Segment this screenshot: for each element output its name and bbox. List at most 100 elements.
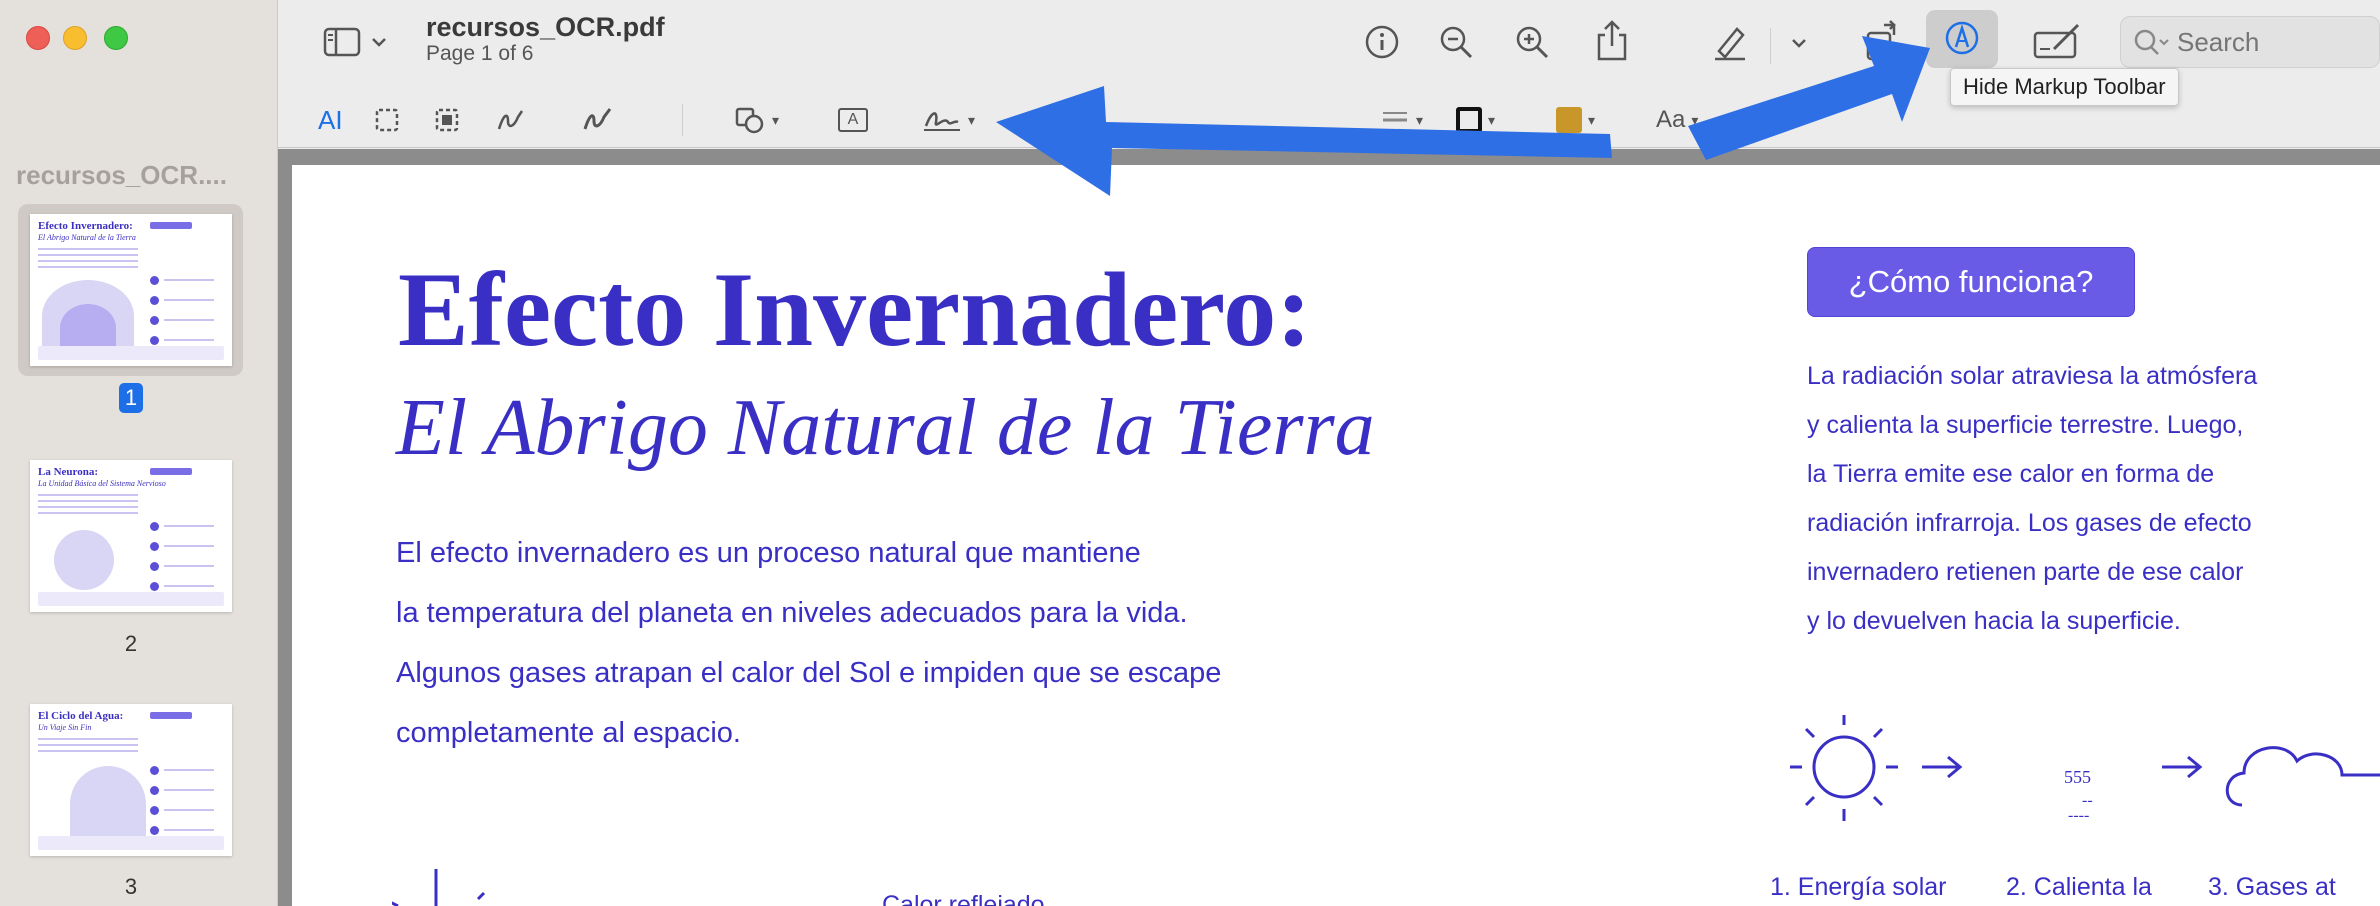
paragraph-line: invernadero retienen parte de ese calor (1807, 558, 2244, 586)
thumbnail-neuron-art (54, 530, 114, 590)
sidebar: recursos_OCR.... Efecto Invernadero: El … (0, 0, 278, 906)
highlight-button[interactable] (1708, 20, 1752, 64)
shapes-icon (735, 107, 764, 134)
page-subtitle: El Abrigo Natural de la Tierra (396, 384, 1375, 472)
text-style-tool[interactable]: Aa ▾ (1656, 92, 1698, 148)
close-window-button[interactable] (26, 26, 50, 50)
sketch-tool[interactable] (496, 92, 526, 148)
thumbnail-footer (38, 592, 224, 606)
search-input[interactable] (2177, 25, 2377, 59)
zoom-out-icon (1440, 26, 1473, 59)
chevron-down-icon: ▾ (772, 111, 780, 128)
paragraph-line: y lo devuelven hacia la superficie. (1807, 607, 2181, 635)
selection-fill-icon (435, 108, 459, 132)
zoom-window-button[interactable] (104, 26, 128, 50)
text-selection-tool[interactable]: AI (318, 92, 343, 148)
search-field[interactable] (2120, 16, 2380, 68)
thumbnail-mountain-art (70, 766, 146, 842)
rotate-icon (1866, 20, 1896, 61)
markup-toolbar-toggle-button[interactable] (1926, 10, 1998, 68)
shape-style-tool[interactable]: ▾ (1380, 92, 1423, 148)
info-icon (1365, 25, 1399, 59)
paragraph-line: La radiación solar atraviesa la atmósfer… (1807, 362, 2258, 390)
toolbar-divider (1770, 28, 1771, 64)
shapes-tool[interactable]: ▾ (734, 92, 779, 148)
zoom-in-icon (1516, 26, 1549, 59)
signature-tool[interactable]: ▾ (922, 92, 975, 148)
markup-divider (682, 104, 683, 136)
thumbnail-subtitle: El Abrigo Natural de la Tierra (38, 233, 136, 242)
thumbnail-page-2[interactable]: La Neurona: La Unidad Básica del Sistema… (30, 460, 232, 612)
step-label: 2. Calienta la (2006, 873, 2152, 901)
fill-color-swatch-icon (1556, 107, 1582, 133)
pdf-page: Efecto Invernadero: El Abrigo Natural de… (292, 165, 2380, 906)
line-style-icon (1383, 112, 1407, 122)
page-number-1[interactable]: 1 (119, 383, 143, 413)
border-color-tool[interactable]: ▾ (1456, 92, 1495, 148)
thumbnail-earth-art-inner (60, 304, 116, 352)
highlight-options-button[interactable] (1786, 30, 1812, 56)
draw-icon (583, 108, 612, 130)
chevron-down-icon: ▾ (968, 111, 976, 128)
page-indicator: Page 1 of 6 (426, 42, 534, 65)
bottom-label: Calor reflejado (882, 891, 1045, 906)
form-fill-button[interactable] (2030, 18, 2086, 64)
instant-alpha-tool[interactable] (434, 92, 460, 148)
rotate-button[interactable] (1860, 16, 1906, 64)
thumbnail-page-1[interactable]: Efecto Invernadero: El Abrigo Natural de… (30, 214, 232, 366)
thumbnail-bullets (150, 520, 220, 600)
text-selection-icon: AI (318, 104, 343, 135)
thumbnail-text-lines (38, 248, 138, 272)
highlighter-icon (1715, 27, 1745, 61)
page-number-3[interactable]: 3 (120, 872, 142, 902)
step-label: 3. Gases at (2208, 873, 2336, 901)
arrow-right-icon (2162, 755, 2203, 779)
info-button[interactable] (1360, 20, 1404, 64)
paragraph-line: y calienta la superficie terrestre. Lueg… (1807, 411, 2244, 439)
border-color-swatch-icon (1456, 107, 1482, 133)
chevron-down-icon (1792, 39, 1806, 48)
form-fill-icon (2033, 23, 2080, 59)
thumbnail-title: La Neurona: (38, 466, 98, 478)
step-label: 1. Energía solar (1770, 873, 1947, 901)
signature-icon (924, 112, 960, 131)
page-title: Efecto Invernadero: (398, 251, 1312, 368)
thumbnail-bullets (150, 764, 220, 844)
chevron-down-icon: ▾ (1691, 111, 1699, 128)
thumbnail-subtitle: La Unidad Básica del Sistema Nervioso (38, 479, 166, 488)
thumbnail-footer (38, 836, 224, 850)
page-number-2[interactable]: 2 (120, 629, 142, 659)
thumbnail-text-lines (38, 494, 138, 518)
document-view[interactable]: Efecto Invernadero: El Abrigo Natural de… (278, 149, 2380, 906)
arrow-right-icon (1922, 755, 1963, 779)
diagram-label-number: 555 (2064, 767, 2091, 787)
document-title: recursos_OCR.pdf (426, 12, 665, 42)
chevron-down-icon: ▾ (1588, 111, 1596, 128)
share-button[interactable] (1590, 16, 1634, 64)
sketch-icon (497, 110, 524, 130)
font-icon: Aa (1656, 106, 1686, 133)
thumbnail-page-3[interactable]: El Ciclo del Agua: Un Viaje Sin Fin (30, 704, 232, 856)
how-paragraph: La radiación solar atraviesa la atmósfer… (1807, 361, 2367, 655)
thumbnail-footer (38, 346, 224, 360)
paragraph-line: completamente al espacio. (396, 717, 741, 749)
text-box-tool[interactable]: A (838, 92, 868, 148)
sidebar-toggle-button[interactable] (320, 22, 390, 62)
thumbnail-text-lines (38, 738, 138, 756)
chevron-down-icon (372, 38, 386, 47)
paragraph-line: radiación infrarroja. Los gases de efect… (1807, 509, 2252, 537)
draw-tool[interactable] (582, 92, 612, 148)
intro-paragraph: El efecto invernadero es un proceso natu… (396, 535, 1356, 775)
zoom-in-button[interactable] (1510, 20, 1554, 64)
fill-color-tool[interactable]: ▾ (1556, 92, 1595, 148)
thumbnail-pill (150, 468, 192, 475)
search-icon (2134, 29, 2169, 55)
paragraph-line: la temperatura del planeta en niveles ad… (396, 597, 1188, 629)
rectangular-selection-tool[interactable] (374, 92, 400, 148)
chevron-down-icon: ▾ (1416, 111, 1424, 128)
how-it-works-badge: ¿Cómo funciona? (1807, 247, 2135, 317)
zoom-out-button[interactable] (1434, 20, 1478, 64)
chevron-down-icon: ▾ (1488, 111, 1496, 128)
thumbnail-subtitle: Un Viaje Sin Fin (38, 723, 92, 732)
minimize-window-button[interactable] (63, 26, 87, 50)
